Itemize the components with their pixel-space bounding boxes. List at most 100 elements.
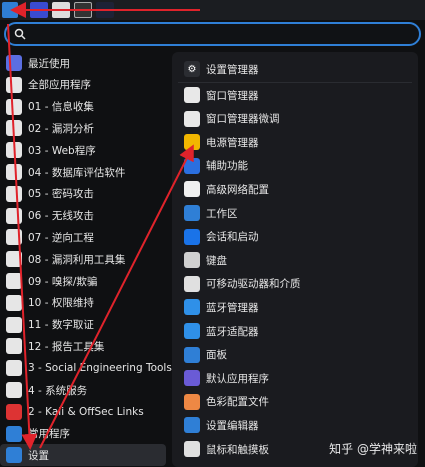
keyboard-icon [184,252,200,269]
forensics-icon [6,316,22,333]
category-item[interactable]: 最近使用 [0,52,166,74]
window-manager-icon [184,87,200,103]
settings-editor-icon [184,417,200,434]
bluetooth-adapter-icon [184,323,200,339]
window-tweaks-icon [184,110,200,127]
settings-manager-label: 设置管理器 [206,63,259,76]
settings-app-label: 键盘 [206,254,227,267]
settings-app-item[interactable]: 默认应用程序 [178,367,414,389]
settings-app-label: 会话和启动 [206,231,259,244]
category-item[interactable]: 09 - 嗅探/欺骗 [0,270,166,292]
services-icon [6,382,22,398]
wireless-icon [6,207,22,224]
settings-app-label: 色彩配置文件 [206,396,269,409]
reverse-icon [6,229,22,246]
category-item[interactable]: 全部应用程序 [0,74,166,96]
all-apps-icon [6,76,22,93]
settings-app-item[interactable]: 电源管理器 [178,131,414,153]
workspace-1-icon[interactable] [30,2,48,18]
settings-app-item[interactable]: 会话和启动 [178,226,414,248]
bluetooth-manager-icon [184,299,200,316]
category-item[interactable]: 11 - 数字取证 [0,314,166,336]
category-label: 08 - 漏洞利用工具集 [28,253,126,266]
kali-menu-icon[interactable] [2,2,18,18]
settings-app-item[interactable]: 色彩配置文件 [178,391,414,413]
settings-app-label: 设置编辑器 [206,419,259,432]
settings-app-label: 可移动驱动器和介质 [206,278,301,291]
category-label: 05 - 密码攻击 [28,188,94,201]
category-item[interactable]: 10 - 权限维持 [0,292,166,314]
category-item[interactable]: 设置 [0,444,166,467]
category-label: 06 - 无线攻击 [28,210,94,223]
category-label: 全部应用程序 [28,79,91,92]
settings-app-item[interactable]: 窗口管理器 [178,84,414,106]
category-item[interactable]: 04 - 数据库评估软件 [0,161,166,183]
settings-app-item[interactable]: 窗口管理器微调 [178,108,414,130]
search-box[interactable] [4,22,421,46]
usual-apps-icon [6,425,22,442]
vuln-analysis-icon [6,120,22,137]
persistence-icon [6,294,22,311]
workspace-2-icon[interactable] [52,2,70,18]
category-label: 常用程序 [28,428,70,441]
settings-app-item[interactable]: 工作区 [178,202,414,224]
power-manager-icon [184,134,200,151]
category-label: 设置 [28,449,49,462]
database-icon [6,164,22,180]
settings-app-item[interactable]: 高级网络配置 [178,178,414,200]
category-item[interactable]: 3 - Social Engineering Tools [0,357,172,379]
settings-app-item[interactable]: 可移动驱动器和介质 [178,273,414,295]
category-label: 04 - 数据库评估软件 [28,166,126,179]
settings-app-label: 电源管理器 [206,136,259,149]
category-label: 最近使用 [28,57,70,70]
settings-app-item[interactable]: 蓝牙管理器 [178,296,414,318]
session-icon [184,228,200,245]
settings-icon [6,447,22,464]
category-label: 03 - Web程序 [28,144,96,157]
settings-app-label: 面板 [206,349,227,362]
report-icon [6,338,22,355]
settings-app-label: 工作区 [206,207,238,220]
settings-app-item[interactable]: 面板 [178,344,414,366]
settings-app-label: 窗口管理器微调 [206,113,280,126]
category-label: 11 - 数字取证 [28,319,94,332]
settings-manager-item[interactable]: ⚙ 设置管理器 [178,58,414,80]
exploit-icon [6,251,22,268]
category-item[interactable]: 06 - 无线攻击 [0,205,166,227]
network-icon [184,181,200,198]
social-icon [6,360,22,377]
accessibility-icon [184,157,200,174]
settings-app-item[interactable]: 键盘 [178,249,414,271]
terminal-icon[interactable] [74,2,92,18]
watermark: 知乎 @学神来啦 [329,442,417,456]
settings-app-label: 蓝牙管理器 [206,301,259,314]
password-icon [6,185,22,202]
category-item[interactable]: 02 - 漏洞分析 [0,117,166,139]
settings-app-list: ⚙ 设置管理器 窗口管理器窗口管理器微调 电源管理器辅助功能 高级网络配置工作区会话… [172,52,418,467]
category-label: 12 - 报告工具集 [28,340,105,353]
category-item[interactable]: 常用程序 [0,423,166,445]
category-item[interactable]: 03 - Web程序 [0,139,166,161]
default-apps-icon [184,370,200,387]
settings-app-item[interactable]: 设置编辑器 [178,414,414,436]
category-label: 2 - Kali & OffSec Links [28,405,144,418]
mouse-icon [184,441,200,457]
settings-app-item[interactable]: 蓝牙适配器 [178,320,414,342]
search-input[interactable] [32,26,416,46]
settings-app-label: 蓝牙适配器 [206,325,259,338]
settings-app-item[interactable]: 辅助功能 [178,155,414,177]
info-gathering-icon [6,98,22,115]
category-label: 4 - 系统服务 [28,384,88,397]
category-item[interactable]: 01 - 信息收集 [0,96,166,118]
category-item[interactable]: 07 - 逆向工程 [0,226,166,248]
kali-links-icon [6,403,22,420]
web-apps-icon [6,142,22,159]
settings-app-label: 鼠标和触摸板 [206,443,269,456]
category-item[interactable]: 4 - 系统服务 [0,379,166,401]
category-item[interactable]: 2 - Kali & OffSec Links [0,401,166,423]
firefox-icon[interactable] [96,2,114,18]
category-item[interactable]: 05 - 密码攻击 [0,183,166,205]
category-item[interactable]: 08 - 漏洞利用工具集 [0,248,166,270]
category-item[interactable]: 12 - 报告工具集 [0,335,166,357]
settings-app-label: 默认应用程序 [206,372,269,385]
